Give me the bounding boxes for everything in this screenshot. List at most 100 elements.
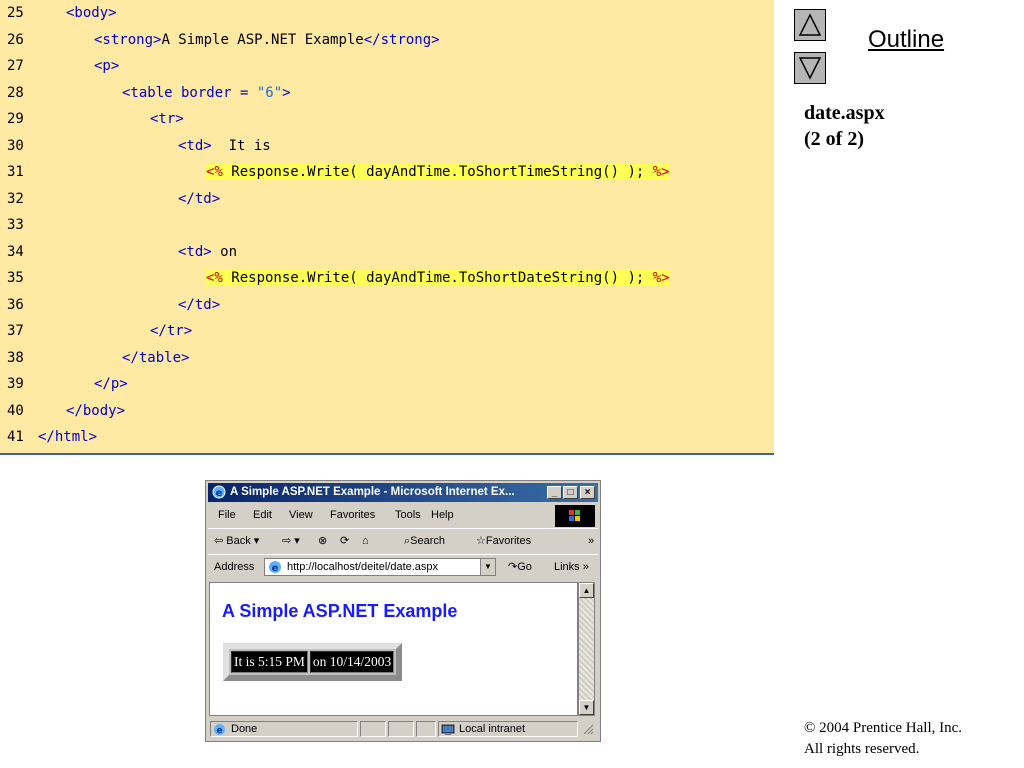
- standard-toolbar: ⇦ Back ▾ ⇨ ▾ ⊗ ⟳ ⌂ ⌕Search ☆Favorites »: [208, 528, 598, 553]
- code-token: <p>: [94, 58, 120, 74]
- vertical-scrollbar[interactable]: ▲ ▼: [578, 582, 595, 716]
- code-text: </table>: [122, 345, 189, 371]
- code-text: </td>: [178, 186, 220, 212]
- maximize-button[interactable]: □: [563, 486, 578, 499]
- browser-window: e A Simple ASP.NET Example - Microsoft I…: [205, 480, 601, 742]
- line-number: 33: [7, 217, 24, 233]
- line-number: 39: [7, 376, 24, 392]
- svg-text:e: e: [216, 726, 222, 736]
- menu-edit[interactable]: Edit: [253, 504, 272, 526]
- page-icon: e: [269, 561, 281, 574]
- go-button[interactable]: ↷Go: [508, 555, 532, 579]
- code-text: <% Response.Write( dayAndTime.ToShortDat…: [206, 265, 670, 291]
- code-token: </body>: [66, 402, 126, 419]
- line-number: 38: [7, 349, 24, 366]
- code-text: <body>: [66, 0, 117, 26]
- code-listing-panel: 25 <body> 26 <strong>A Simple ASP.NET Examp…: [0, 0, 774, 455]
- code-text: <tr>: [150, 106, 184, 132]
- toolbar-overflow-icon[interactable]: »: [588, 529, 594, 553]
- svg-text:e: e: [272, 563, 279, 574]
- file-name: date.aspx: [804, 102, 885, 124]
- close-button[interactable]: ×: [580, 486, 595, 499]
- menu-favorites[interactable]: Favorites: [330, 504, 375, 526]
- address-label: Address: [214, 561, 255, 573]
- outline-link[interactable]: Outline: [868, 26, 944, 54]
- code-text: </html>: [38, 424, 97, 450]
- code-text: <td> on: [178, 239, 237, 265]
- browser-titlebar[interactable]: e A Simple ASP.NET Example - Microsoft I…: [208, 483, 598, 502]
- forward-button[interactable]: ⇨ ▾: [282, 529, 300, 553]
- code-token: Response.Write( dayAndTime.ToShortTimeSt…: [222, 164, 653, 180]
- address-input[interactable]: e http://localhost/deitel/date.aspx: [264, 558, 496, 576]
- copyright-line: © 2004 Prentice Hall, Inc.: [804, 720, 963, 736]
- refresh-icon[interactable]: ⟳: [340, 529, 349, 553]
- line-number: 36: [7, 296, 24, 313]
- address-bar: Address e http://localhost/deitel/date.a…: [208, 554, 598, 579]
- menu-help[interactable]: Help: [431, 504, 454, 526]
- code-token: <%: [206, 270, 223, 286]
- previous-slide-button[interactable]: [794, 9, 826, 41]
- status-done: e Done: [210, 721, 358, 737]
- code-token: Response.Write( dayAndTime.ToShortDateSt…: [222, 270, 653, 286]
- address-dropdown-button[interactable]: ▼: [480, 558, 496, 576]
- line-number: 25: [7, 5, 24, 21]
- forward-arrow-icon: ⇨: [282, 535, 292, 547]
- code-token: "6": [256, 84, 283, 101]
- minimize-button[interactable]: _: [547, 486, 562, 499]
- code-text: </td>: [178, 292, 220, 318]
- scroll-down-icon[interactable]: ▼: [579, 700, 594, 715]
- triangle-up-icon: [798, 13, 822, 36]
- time-date-table: It is 5:15 PM on 10/14/2003: [223, 643, 403, 681]
- code-token: A Simple ASP.NET Example: [161, 31, 364, 48]
- code-text: <td> It is: [178, 133, 271, 159]
- search-button[interactable]: ⌕Search: [404, 529, 445, 553]
- code-text: <p>: [94, 53, 119, 79]
- line-number: 32: [7, 190, 24, 207]
- menu-file[interactable]: File: [218, 504, 236, 526]
- code-token: <td>: [178, 137, 212, 154]
- next-slide-button[interactable]: [794, 52, 826, 84]
- intranet-icon: [441, 724, 455, 735]
- stop-icon[interactable]: ⊗: [318, 529, 327, 553]
- back-button[interactable]: ⇦ Back ▾: [214, 529, 259, 553]
- status-panel: [360, 721, 386, 737]
- scroll-up-icon[interactable]: ▲: [579, 583, 594, 598]
- status-panel: [388, 721, 414, 737]
- windows-logo-icon: [555, 505, 595, 527]
- back-arrow-icon: ⇦: [214, 535, 224, 547]
- page-content: A Simple ASP.NET Example It is 5:15 PM o…: [209, 582, 578, 716]
- home-icon[interactable]: ⌂: [362, 529, 369, 553]
- code-text: </body>: [66, 398, 125, 424]
- code-token: >: [282, 84, 291, 101]
- code-token: <strong>: [94, 31, 162, 48]
- code-token: </strong>: [363, 31, 440, 48]
- menu-tools[interactable]: Tools: [395, 504, 421, 526]
- code-text: </p>: [94, 371, 128, 397]
- resize-grip-icon[interactable]: [582, 723, 594, 735]
- favorites-button[interactable]: ☆Favorites: [476, 529, 531, 553]
- url-text: http://localhost/deitel/date.aspx: [287, 561, 439, 573]
- code-token: It is: [211, 137, 271, 154]
- line-number: 26: [7, 31, 24, 48]
- page-heading: A Simple ASP.NET Example: [222, 601, 458, 621]
- code-token: on: [211, 243, 238, 260]
- ie-status-icon: e: [214, 724, 225, 736]
- time-cell: It is 5:15 PM: [231, 651, 308, 673]
- links-button[interactable]: Links »: [554, 555, 589, 579]
- code-token: </table>: [122, 349, 190, 366]
- favorites-icon: ☆: [476, 535, 486, 547]
- line-number: 35: [7, 270, 24, 286]
- code-token: </tr>: [150, 323, 193, 339]
- copyright-notice: © 2004 Prentice Hall, Inc. All rights re…: [804, 718, 962, 760]
- code-token: </html>: [38, 429, 98, 445]
- code-text: <% Response.Write( dayAndTime.ToShortTim…: [206, 159, 670, 185]
- menu-view[interactable]: View: [289, 504, 313, 526]
- line-number: 34: [7, 243, 24, 260]
- menu-bar: File Edit View Favorites Tools Help: [208, 504, 598, 526]
- line-number: 29: [7, 111, 24, 127]
- status-zone: Local intranet: [438, 721, 578, 737]
- status-bar: e Done Local intranet: [208, 719, 598, 739]
- line-number: 40: [7, 402, 24, 419]
- code-text: </tr>: [150, 318, 192, 344]
- code-token: <body>: [66, 5, 117, 21]
